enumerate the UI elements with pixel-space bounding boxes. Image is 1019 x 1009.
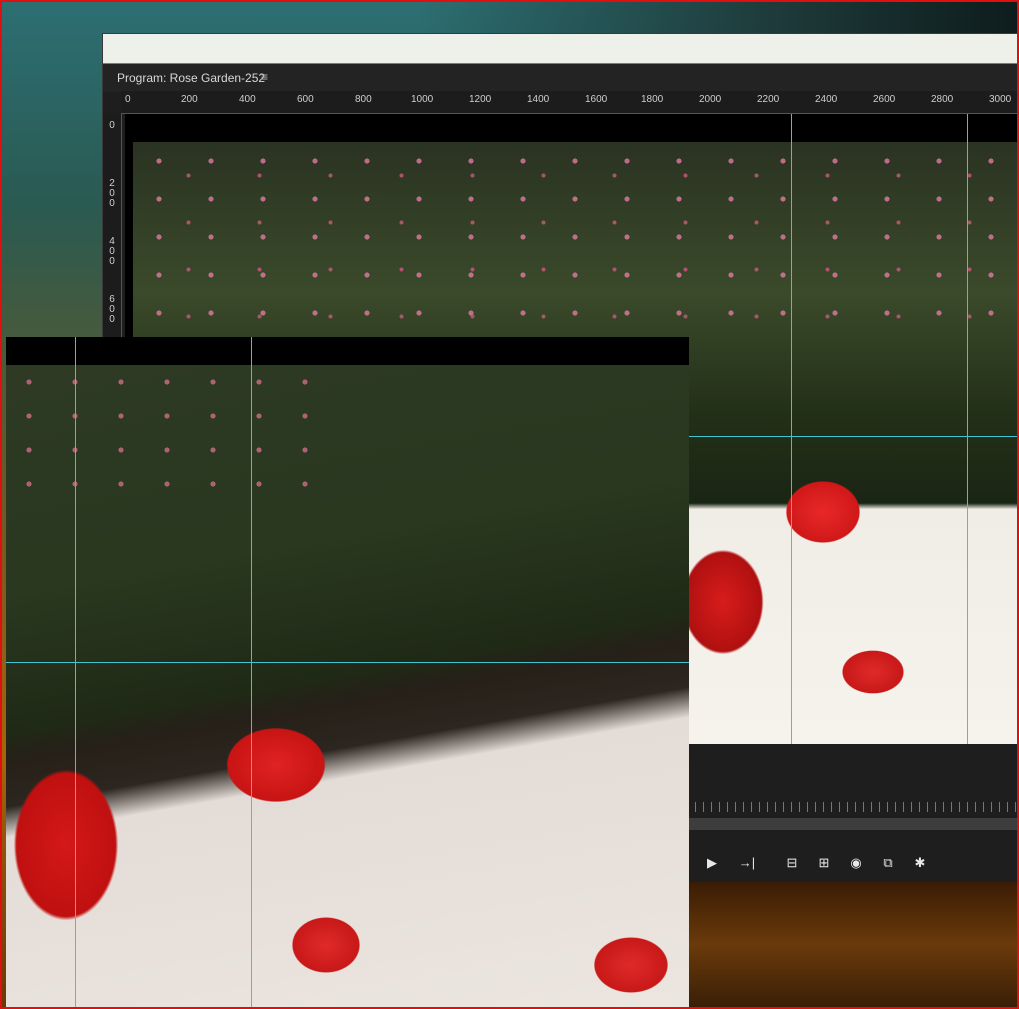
ruler-label: 2600 <box>873 94 896 105</box>
guide-line <box>6 662 689 663</box>
zoomed-rose-bushes <box>6 365 326 505</box>
comparison-icon[interactable]: ⧉ <box>879 854 897 872</box>
ruler-label: 3000 <box>989 94 1012 105</box>
camera-icon[interactable]: ◉ <box>847 854 865 872</box>
step-forward-icon[interactable]: →| <box>735 854 759 872</box>
zoomed-video-overlay <box>6 337 689 1007</box>
ruler-label: 2 0 0 <box>109 178 115 209</box>
ruler-label: 1000 <box>411 94 434 105</box>
horizontal-ruler: 0 200 400 600 800 1000 1200 1400 1600 18… <box>121 91 1017 114</box>
ruler-label: 1800 <box>641 94 664 105</box>
ruler-label: 2000 <box>699 94 722 105</box>
ruler-label: 6 0 0 <box>109 294 115 325</box>
ruler-label: 1600 <box>585 94 608 105</box>
ruler-label: 0 <box>125 94 131 105</box>
guide-line <box>75 337 76 1007</box>
background-glow <box>689 882 1017 1007</box>
ruler-label: 2800 <box>931 94 954 105</box>
extract-icon[interactable]: ⊞ <box>815 854 833 872</box>
ruler-label: 2400 <box>815 94 838 105</box>
ruler-label: 2200 <box>757 94 780 105</box>
ruler-label: 1400 <box>527 94 550 105</box>
ruler-label: 1200 <box>469 94 492 105</box>
ruler-label: 400 <box>239 94 256 105</box>
panel-tab-bar: Program: Rose Garden-252 ≡ <box>103 63 1017 92</box>
ruler-label: 800 <box>355 94 372 105</box>
guide-line[interactable] <box>967 114 968 744</box>
ruler-label: 0 <box>109 120 115 131</box>
vertical-ruler: 0 2 0 0 4 0 0 6 0 0 <box>103 113 122 353</box>
lift-icon[interactable]: ⊟ <box>783 854 801 872</box>
window-titlebar <box>103 34 1017 63</box>
ruler-label: 600 <box>297 94 314 105</box>
guide-line[interactable] <box>791 114 792 744</box>
ruler-label: 4 0 0 <box>109 236 115 267</box>
hamburger-menu-icon[interactable]: ≡ <box>261 70 268 84</box>
guide-line <box>251 337 252 1007</box>
play-icon[interactable]: ▶ <box>703 854 721 872</box>
rose-bushes <box>133 142 1017 342</box>
wrench-icon[interactable]: ✱ <box>911 854 929 872</box>
screen-frame: Program: Rose Garden-252 ≡ 0 200 400 600… <box>0 0 1019 1009</box>
panel-title[interactable]: Program: Rose Garden-252 <box>117 71 265 85</box>
ruler-label: 200 <box>181 94 198 105</box>
